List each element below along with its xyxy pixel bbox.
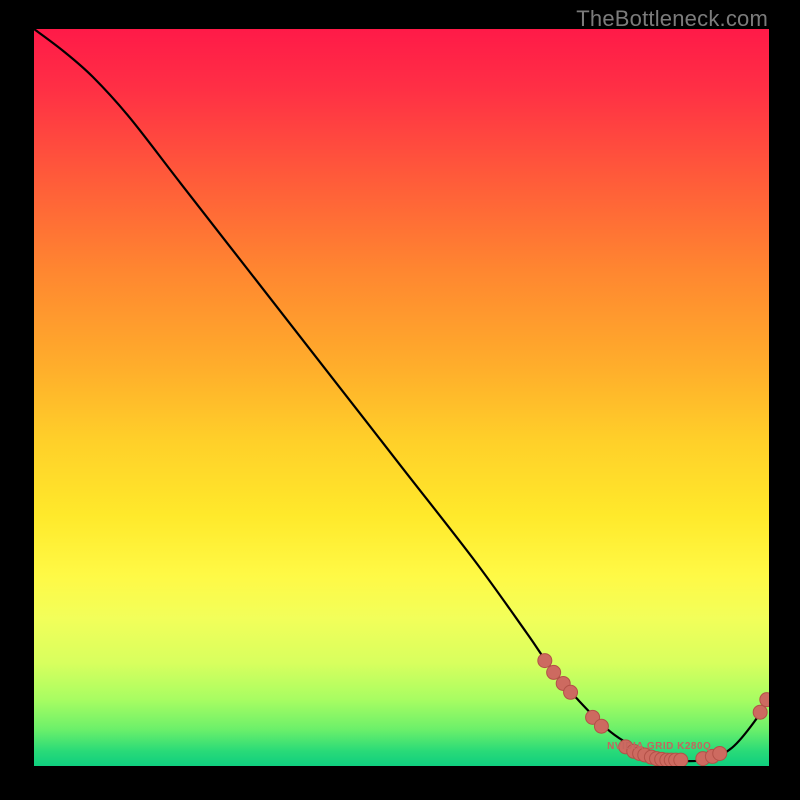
data-point (538, 654, 552, 668)
data-point (713, 746, 727, 760)
data-point (564, 685, 578, 699)
data-point (753, 705, 767, 719)
data-markers (538, 654, 769, 766)
data-point (760, 693, 769, 707)
bottleneck-curve (34, 29, 769, 761)
curve-layer (34, 29, 769, 766)
chart-frame: NVIDIA GRID K280Q TheBottleneck.com (0, 0, 800, 800)
data-point (674, 753, 688, 766)
plot-area: NVIDIA GRID K280Q (34, 29, 769, 766)
watermark-text: TheBottleneck.com (576, 6, 768, 32)
data-point (594, 719, 608, 733)
data-point (547, 665, 561, 679)
